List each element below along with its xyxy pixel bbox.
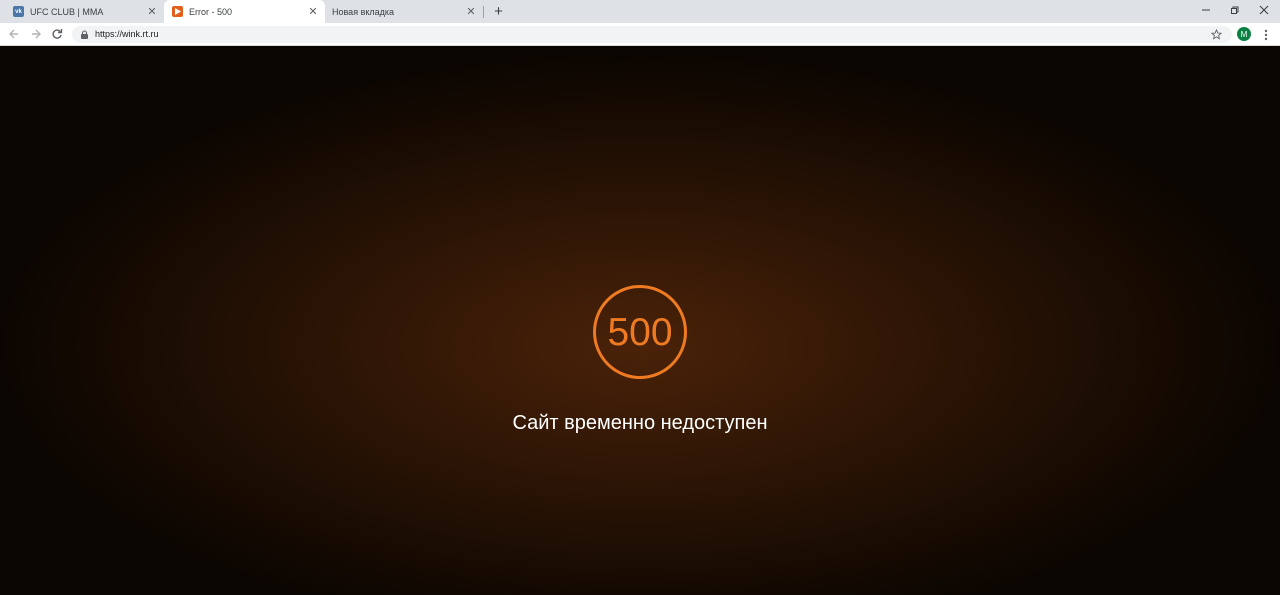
vk-icon: vk — [13, 6, 24, 17]
error-code-circle: 500 — [593, 285, 687, 379]
tab-separator — [483, 6, 484, 18]
browser-toolbar: https://wink.rt.ru M — [0, 23, 1280, 46]
restore-button[interactable] — [1218, 0, 1250, 20]
tab-title: UFC CLUB | MMA — [30, 6, 104, 17]
restore-icon — [1231, 6, 1239, 14]
tab-title: Новая вкладка — [332, 6, 395, 17]
tab-new-tab[interactable]: Новая вкладка ✕ — [325, 0, 483, 23]
forward-arrow-icon — [32, 29, 41, 39]
wink-play-icon — [172, 6, 183, 17]
forward-button[interactable] — [28, 26, 44, 42]
new-tab-button[interactable]: + — [490, 3, 507, 20]
star-icon — [1211, 29, 1222, 40]
profile-avatar[interactable]: M — [1237, 27, 1251, 41]
tab-error-500[interactable]: Error - 500 ✕ — [164, 0, 325, 23]
minimize-icon — [1202, 9, 1210, 11]
tab-strip: vk UFC CLUB | MMA ✕ Error - 500 ✕ Новая … — [0, 0, 1280, 23]
tab-title: Error - 500 — [189, 6, 233, 17]
browser-window: vk UFC CLUB | MMA ✕ Error - 500 ✕ Новая … — [0, 0, 1280, 595]
reload-icon — [52, 29, 63, 39]
close-window-icon — [1259, 5, 1269, 15]
close-tab-icon[interactable]: ✕ — [307, 6, 319, 18]
lock-icon — [81, 30, 88, 39]
back-arrow-icon — [9, 29, 18, 39]
close-tab-icon[interactable]: ✕ — [146, 6, 158, 18]
tab-ufc-club[interactable]: vk UFC CLUB | MMA ✕ — [6, 0, 164, 23]
back-button[interactable] — [6, 26, 22, 42]
close-window-button[interactable] — [1248, 0, 1280, 20]
address-bar[interactable]: https://wink.rt.ru — [72, 26, 1232, 43]
bookmark-star-button[interactable] — [1208, 26, 1225, 43]
reload-button[interactable] — [49, 26, 65, 42]
url-text: https://wink.rt.ru — [95, 29, 159, 39]
error-page: 500 Сайт временно недоступен — [0, 46, 1280, 595]
close-tab-icon[interactable]: ✕ — [465, 6, 477, 18]
error-message: Сайт временно недоступен — [512, 412, 768, 434]
error-code: 500 — [607, 310, 673, 354]
browser-menu-button[interactable] — [1258, 26, 1274, 43]
more-vert-icon — [1264, 29, 1268, 40]
